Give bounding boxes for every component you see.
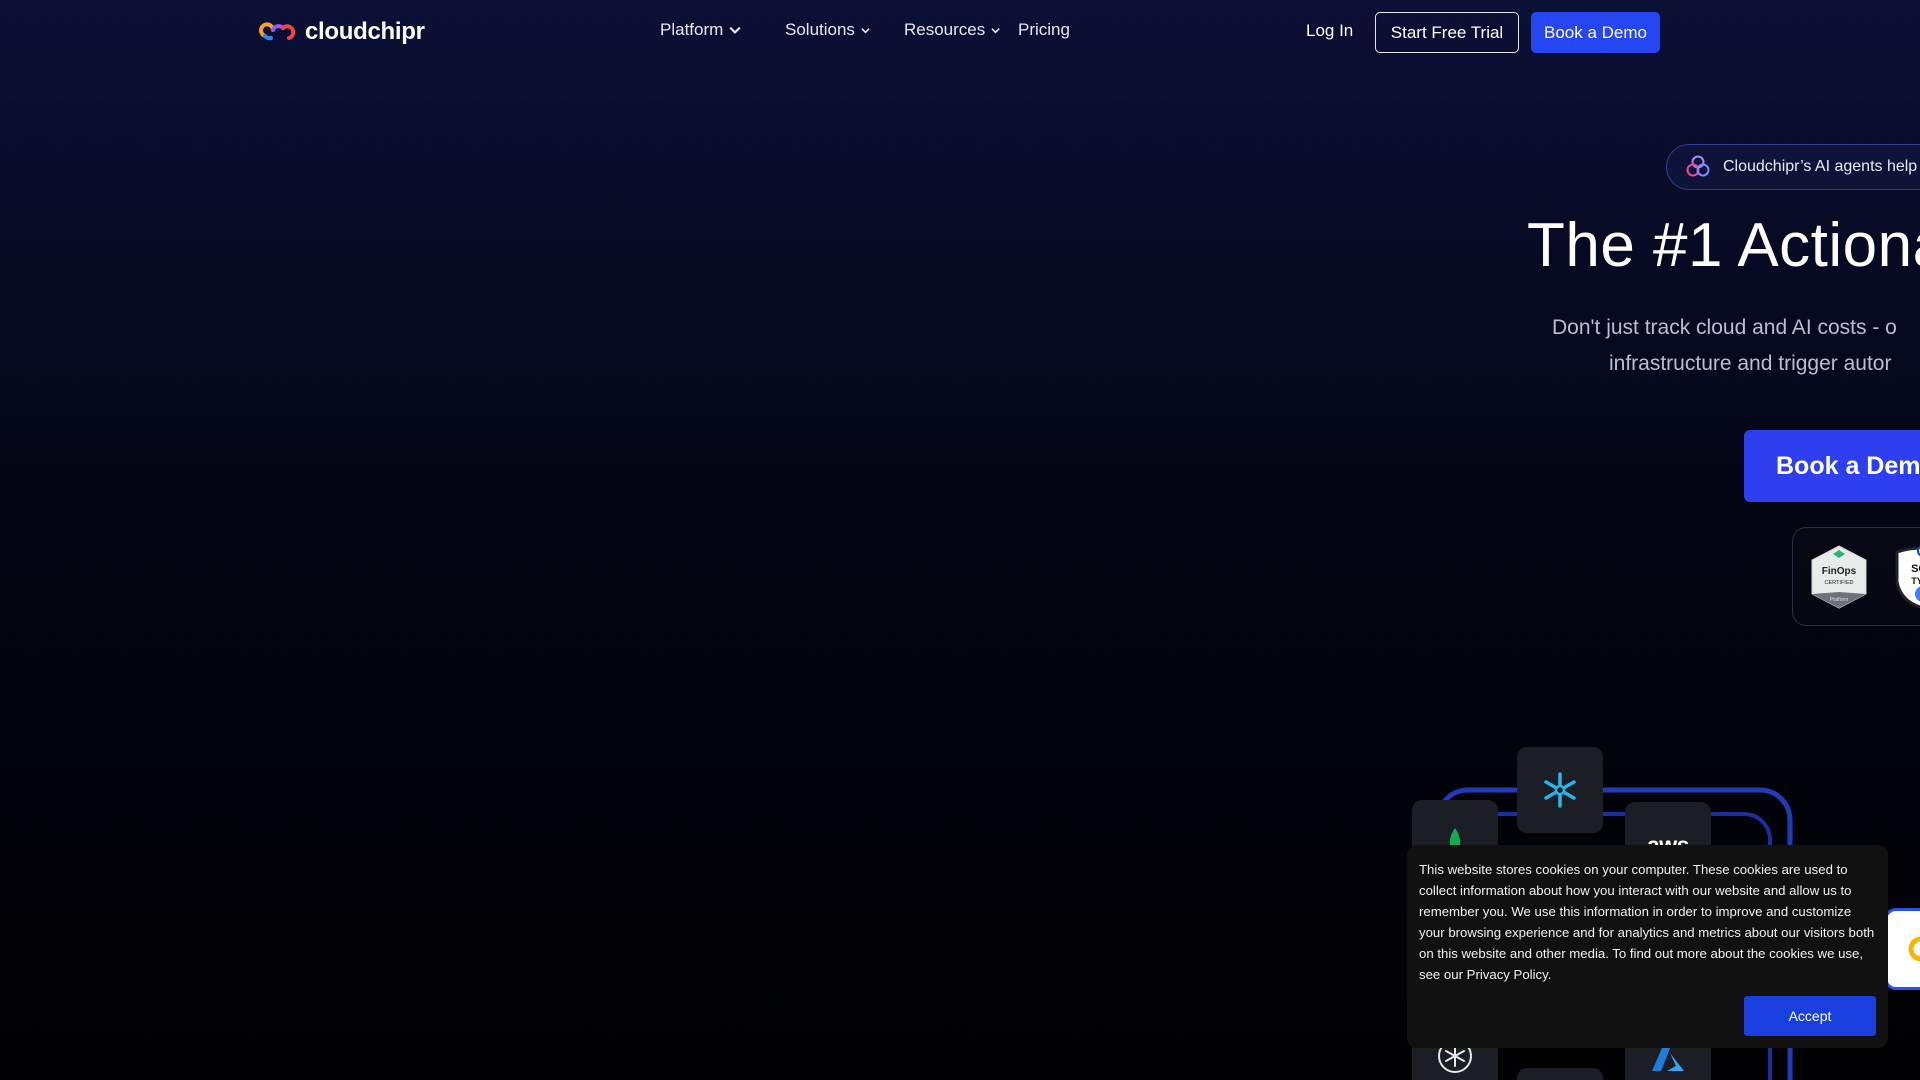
hero-title: The #1 Actiona — [1527, 211, 1920, 280]
partial-logo-icon — [1908, 936, 1920, 962]
finops-line1: FinOps — [1822, 566, 1857, 577]
top-navigation: cloudchipr Platform Solutions Resources … — [0, 0, 1920, 64]
nav-solutions-label: Solutions — [785, 20, 855, 39]
hero-subtitle-line-1: Don't just track cloud and AI costs - o — [1552, 316, 1897, 339]
hero-subtitle-line-2: infrastructure and trigger autor — [1609, 352, 1892, 375]
ai-agents-badge-text: Cloudchipr’s AI agents help y — [1723, 158, 1920, 175]
cookie-consent-banner: This website stores cookies on your comp… — [1407, 845, 1888, 1048]
cloudchipr-logo-icon — [259, 22, 296, 41]
nav-platform-label: Platform — [660, 20, 724, 39]
certifications-panel: FinOps CERTIFIED Platform SOC TYPE — [1792, 527, 1920, 626]
finops-certified-badge: FinOps CERTIFIED Platform — [1811, 545, 1867, 609]
chevron-down-icon — [861, 27, 870, 33]
ai-agents-icon — [1686, 155, 1710, 177]
soc-line1: SOC — [1911, 563, 1920, 575]
login-link[interactable]: Log In — [1306, 21, 1353, 41]
hero-subtitle: Don't just track cloud and AI costs - o … — [1552, 310, 1897, 382]
snowflake-tile — [1517, 747, 1603, 833]
ai-agents-badge[interactable]: Cloudchipr’s AI agents help y — [1666, 144, 1920, 190]
chevron-down-icon — [729, 26, 741, 34]
nav-resources-label: Resources — [904, 20, 986, 39]
start-free-trial-button[interactable]: Start Free Trial — [1375, 12, 1519, 53]
brand-logo[interactable]: cloudchipr — [259, 18, 425, 46]
nav-pricing-label: Pricing — [1018, 20, 1070, 39]
cookie-accept-button[interactable]: Accept — [1744, 996, 1876, 1036]
finops-line3: Platform — [1830, 597, 1849, 603]
nav-solutions[interactable]: Solutions — [785, 20, 870, 40]
partial-tile — [1517, 1068, 1603, 1080]
book-demo-hero-button[interactable]: Book a Dem — [1744, 430, 1920, 502]
brand-name: cloudchipr — [305, 18, 425, 45]
soc-line2: TYPE — [1911, 576, 1920, 586]
snowflake-icon — [1544, 772, 1576, 808]
soc-type-badge: SOC TYPE — [1895, 545, 1920, 609]
cookie-consent-text: This website stores cookies on your comp… — [1419, 862, 1875, 982]
finops-line2: CERTIFIED — [1825, 580, 1854, 586]
book-demo-nav-button[interactable]: Book a Demo — [1531, 12, 1660, 53]
nav-platform[interactable]: Platform — [660, 20, 741, 40]
nav-resources[interactable]: Resources — [904, 20, 1000, 40]
nav-pricing[interactable]: Pricing — [1018, 20, 1070, 40]
chevron-down-icon — [991, 27, 1000, 33]
integration-node-right — [1884, 908, 1920, 990]
